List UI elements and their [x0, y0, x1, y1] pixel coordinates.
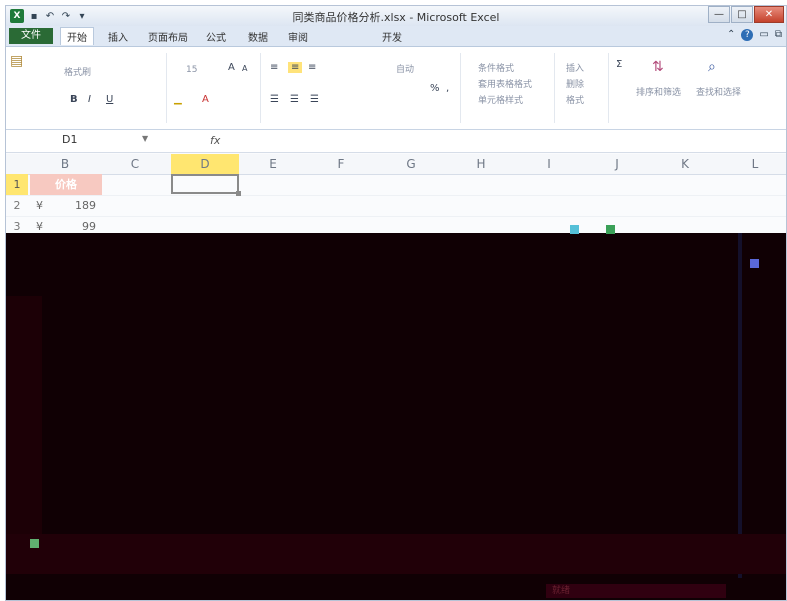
restore-window-icon[interactable]: ▭ [759, 29, 768, 41]
column-header-b[interactable]: B [54, 157, 76, 171]
divider [608, 53, 609, 123]
glitch-pixel [750, 259, 759, 268]
divider [554, 53, 555, 123]
find-select-icon[interactable]: ⌕ [708, 59, 716, 75]
paste-icon[interactable]: ▤ [10, 53, 23, 69]
divider [260, 53, 261, 123]
align-top-icon[interactable]: ≡ [270, 62, 278, 73]
align-right-icon[interactable]: ☰ [310, 94, 319, 105]
sort-filter-button[interactable]: 排序和筛选 [636, 85, 681, 98]
underline-button[interactable]: U [106, 94, 113, 105]
font-size-select[interactable]: 15 [186, 65, 197, 75]
title-bar: X ▪ ↶ ↷ ▾ 同类商品价格分析.xlsx - Microsoft Exce… [6, 6, 786, 26]
autosum-button[interactable]: Σ [616, 59, 622, 70]
window-title: 同类商品价格分析.xlsx - Microsoft Excel [292, 11, 500, 24]
column-header-e[interactable]: E [262, 157, 284, 171]
column-header-l[interactable]: L [744, 157, 766, 171]
help-icon[interactable]: ? [741, 29, 754, 41]
price-header-cell[interactable]: 价格 [30, 174, 102, 195]
tab-data[interactable]: 数据 [248, 29, 268, 44]
name-box[interactable]: D1 [10, 133, 130, 148]
font-color-icon[interactable]: A [202, 94, 209, 105]
column-header-d[interactable]: D [171, 154, 239, 174]
active-cell-d1[interactable] [171, 174, 241, 196]
tab-insert[interactable]: 插入 [108, 29, 128, 44]
glitch-strip [6, 534, 786, 574]
column-header-j[interactable]: J [606, 157, 628, 171]
close-button[interactable]: ✕ [754, 6, 784, 23]
ribbon-tabs: 文件 开始 插入 页面布局 公式 数据 审阅 开发 ⌃ ? ▭ ⧉ [6, 26, 786, 47]
wrap-text-button[interactable]: 自动 [396, 62, 414, 75]
tab-developer[interactable]: 开发 [382, 29, 402, 44]
currency-symbol: ¥ [36, 199, 43, 212]
column-header-h[interactable]: H [470, 157, 492, 171]
maximize-button[interactable]: □ [731, 6, 753, 23]
glitch-pixel [570, 225, 579, 234]
name-box-dropdown-icon[interactable]: ▼ [142, 134, 148, 143]
column-header-i[interactable]: I [538, 157, 560, 171]
minimize-ribbon-icon[interactable]: ⌃ [727, 29, 735, 41]
sort-filter-icon[interactable]: ⇅ [652, 59, 664, 75]
format-painter-button[interactable]: 格式刷 [64, 65, 91, 78]
tab-file[interactable]: 文件 [9, 28, 53, 44]
percent-button[interactable]: % [430, 83, 440, 94]
tab-review[interactable]: 审阅 [288, 29, 308, 44]
insert-function-icon[interactable]: fx [210, 134, 220, 147]
format-cells-button[interactable]: 格式 [566, 93, 584, 106]
conditional-formatting-button[interactable]: 条件格式 [478, 61, 514, 74]
format-as-table-button[interactable]: 套用表格格式 [478, 77, 532, 90]
tab-formulas[interactable]: 公式 [206, 29, 226, 44]
divider [166, 53, 167, 123]
fill-color-icon[interactable]: ▁ [174, 94, 182, 105]
align-bottom-icon[interactable]: ≡ [308, 62, 316, 73]
column-header-k[interactable]: K [674, 157, 696, 171]
cell-styles-button[interactable]: 单元格样式 [478, 93, 523, 106]
workbook-close-icon[interactable]: ⧉ [775, 29, 782, 41]
table-row: 1 价格 [6, 174, 786, 196]
row-header[interactable]: 2 [6, 195, 28, 216]
align-left-icon[interactable]: ☰ [270, 94, 279, 105]
column-header-g[interactable]: G [400, 157, 422, 171]
align-center-icon[interactable]: ☰ [290, 94, 299, 105]
find-select-button[interactable]: 查找和选择 [696, 85, 741, 98]
bold-button[interactable]: B [70, 94, 78, 105]
price-cell[interactable]: 189 [50, 195, 96, 216]
row-header[interactable]: 1 [6, 174, 28, 195]
tab-page-layout[interactable]: 页面布局 [148, 29, 188, 44]
window-controls: — □ ✕ [707, 6, 784, 23]
glitch-pixel [606, 225, 615, 234]
ribbon: ▤ 格式刷 15 A A B I U ▁ A ≡ ≡ ≡ ☰ ☰ ☰ 自动 % … [6, 47, 786, 130]
tab-home[interactable]: 开始 [60, 27, 94, 45]
grow-font-button[interactable]: A [228, 62, 235, 73]
insert-cells-button[interactable]: 插入 [566, 61, 584, 74]
glitch-strip [6, 296, 42, 536]
align-middle-button[interactable]: ≡ [288, 62, 303, 73]
tab-bar-icons: ⌃ ? ▭ ⧉ [727, 29, 782, 41]
status-bar-fragment: 就绪 [546, 584, 726, 598]
minimize-button[interactable]: — [708, 6, 730, 23]
divider [460, 53, 461, 123]
glitch-pixel [30, 539, 39, 548]
column-headers: B C D E F G H I J K L [6, 154, 786, 175]
italic-button[interactable]: I [88, 94, 91, 105]
excel-window: X ▪ ↶ ↷ ▾ 同类商品价格分析.xlsx - Microsoft Exce… [5, 5, 787, 601]
delete-cells-button[interactable]: 删除 [566, 77, 584, 90]
glitch-strip [738, 233, 742, 578]
column-header-f[interactable]: F [330, 157, 352, 171]
comma-button[interactable]: , [446, 83, 449, 94]
column-header-c[interactable]: C [124, 157, 146, 171]
formula-bar: D1 ▼ fx [6, 130, 786, 153]
shrink-font-button[interactable]: A [242, 64, 247, 73]
table-row: 2 ¥ 189 [6, 195, 786, 217]
